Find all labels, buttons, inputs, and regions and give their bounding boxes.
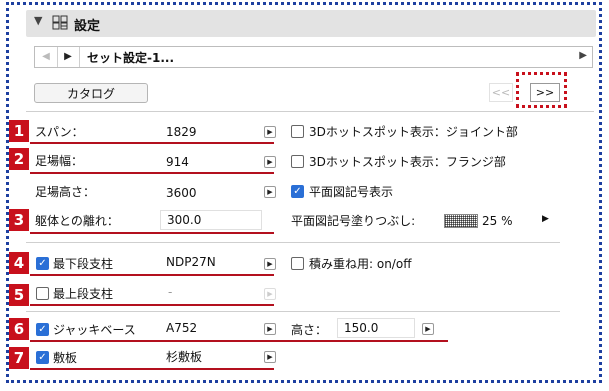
stack-checkbox[interactable] bbox=[291, 257, 304, 270]
jack-base-dropdown-icon[interactable]: ▶ bbox=[264, 323, 276, 335]
offset-input[interactable]: 300.0 bbox=[160, 210, 262, 230]
top-support-dropdown-icon: ▶ bbox=[264, 288, 276, 300]
bottom-support-checkbox[interactable]: ✓ bbox=[36, 257, 49, 270]
fill-pattern-swatch[interactable] bbox=[444, 214, 478, 228]
annotation-underline-3 bbox=[30, 232, 274, 234]
jack-base-label: ジャッキベース bbox=[53, 323, 136, 337]
plan-fill-label: 平面図記号塗りつぶし: bbox=[291, 214, 416, 228]
prev-set-button[interactable]: ◀ bbox=[35, 47, 58, 67]
bottom-support-dropdown-icon[interactable]: ▶ bbox=[264, 258, 276, 270]
top-support-label: 最上段支柱 bbox=[53, 287, 114, 301]
base-plate-value[interactable]: 杉敷板 bbox=[166, 348, 202, 365]
annotation-underline-5 bbox=[30, 304, 274, 306]
offset-label: 躯体との離れ： bbox=[35, 214, 119, 228]
settings-title: 設定 bbox=[74, 19, 101, 34]
annotation-underline-6 bbox=[30, 340, 448, 342]
annotation-number-2: 2 bbox=[9, 148, 29, 170]
next-set-button[interactable]: ▶ bbox=[57, 47, 80, 67]
plan-symbol-checkbox[interactable]: ✓ bbox=[291, 185, 304, 198]
plan-fill-dropdown-icon[interactable]: ▶ bbox=[542, 214, 549, 224]
hotspot-joint-checkbox[interactable] bbox=[291, 125, 304, 138]
annotation-number-1: 1 bbox=[9, 120, 29, 142]
base-plate-checkbox[interactable]: ✓ bbox=[36, 351, 49, 364]
width-dropdown-icon[interactable]: ▶ bbox=[264, 156, 276, 168]
set-name-dropdown[interactable]: セット設定-1... bbox=[87, 49, 174, 66]
jack-height-input[interactable]: 150.0 bbox=[337, 318, 415, 338]
top-support-checkbox[interactable] bbox=[36, 287, 49, 300]
annotation-underline-1 bbox=[30, 142, 274, 144]
jack-height-label: 高さ： bbox=[291, 323, 328, 337]
annotation-number-4: 4 bbox=[9, 252, 29, 274]
catalog-button[interactable]: カタログ bbox=[34, 83, 148, 103]
jack-base-checkbox[interactable]: ✓ bbox=[36, 323, 49, 336]
divider bbox=[26, 311, 560, 312]
annotation-underline-4 bbox=[30, 274, 274, 276]
height-dropdown-icon[interactable]: ▶ bbox=[264, 186, 276, 198]
hotspot-joint-label: 3Dホットスポット表示：ジョイント部 bbox=[309, 125, 518, 139]
divider bbox=[26, 111, 594, 112]
annotation-number-6: 6 bbox=[9, 318, 29, 340]
width-label: 足場幅： bbox=[35, 154, 84, 168]
annotation-underline-7 bbox=[30, 368, 274, 370]
jack-base-value[interactable]: A752 bbox=[166, 321, 197, 335]
width-value[interactable]: 914 bbox=[166, 155, 189, 169]
span-value[interactable]: 1829 bbox=[166, 125, 197, 139]
base-plate-dropdown-icon[interactable]: ▶ bbox=[264, 351, 276, 363]
bottom-support-label: 最下段支柱 bbox=[53, 257, 114, 271]
height-value[interactable]: 3600 bbox=[166, 186, 197, 200]
annotation-number-3: 3 bbox=[9, 209, 29, 231]
annotation-underline-2 bbox=[30, 172, 274, 174]
next-button-highlight bbox=[516, 72, 567, 108]
settings-grid-icon bbox=[52, 15, 68, 30]
plan-symbol-label: 平面図記号表示 bbox=[309, 185, 394, 199]
height-label: 足場高さ： bbox=[35, 185, 96, 199]
span-label: スパン： bbox=[35, 125, 84, 139]
set-navigator: ◀ ▶ セット設定-1... ▶ bbox=[34, 46, 593, 68]
collapse-arrow-icon[interactable]: ▼ bbox=[34, 14, 42, 27]
hotspot-flange-checkbox[interactable] bbox=[291, 155, 304, 168]
hotspot-flange-label: 3Dホットスポット表示：フランジ部 bbox=[309, 155, 506, 169]
annotation-number-5: 5 bbox=[9, 284, 29, 306]
divider bbox=[26, 242, 560, 243]
top-support-value: - bbox=[168, 285, 173, 299]
dropdown-arrow-icon[interactable]: ▶ bbox=[579, 50, 587, 61]
page-prev-button[interactable]: << bbox=[489, 83, 513, 102]
jack-height-dropdown-icon[interactable]: ▶ bbox=[422, 323, 434, 335]
span-dropdown-icon[interactable]: ▶ bbox=[264, 126, 276, 138]
plan-fill-value[interactable]: 25 % bbox=[482, 214, 513, 228]
base-plate-label: 敷板 bbox=[53, 351, 78, 365]
stack-label: 積み重ね用: on/off bbox=[309, 257, 412, 271]
annotation-number-7: 7 bbox=[9, 347, 29, 369]
settings-header[interactable]: ▼ 設定 bbox=[26, 10, 596, 37]
bottom-support-value[interactable]: NDP27N bbox=[166, 255, 216, 269]
